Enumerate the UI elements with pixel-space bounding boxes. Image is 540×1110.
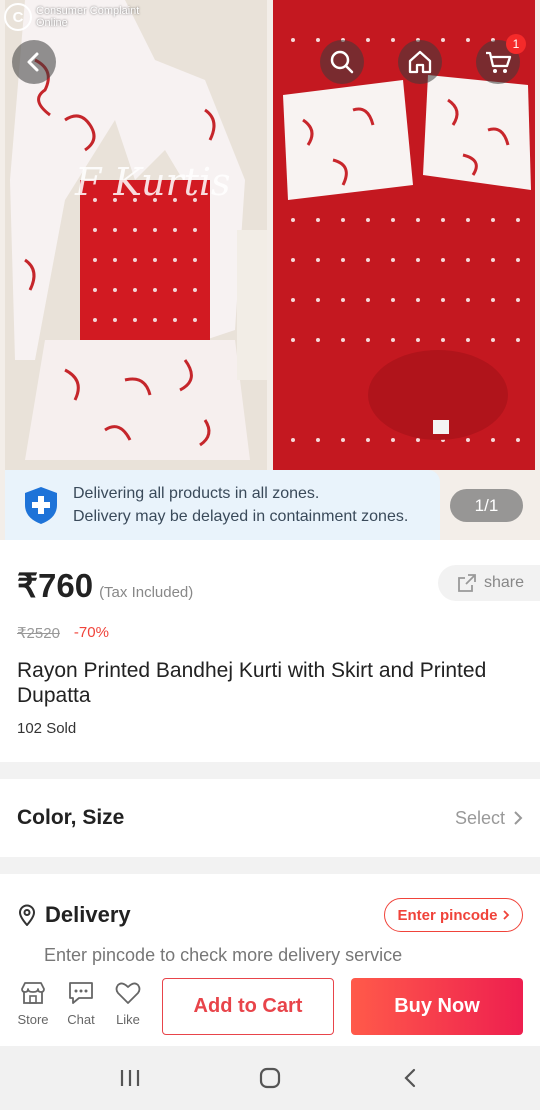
store-label: Store [17,1012,49,1027]
location-pin-icon [18,904,36,926]
home-nav-icon [259,1067,281,1089]
variant-select[interactable]: Select [455,808,523,829]
variant-selector-row[interactable]: Color, Size Select [0,779,540,857]
chat-button[interactable]: Chat [59,980,103,1027]
delivery-notice-banner: Delivering all products in all zones. De… [5,470,440,540]
search-button[interactable] [320,40,364,84]
store-button[interactable]: Store [11,980,55,1027]
home-icon [408,50,432,74]
enter-pincode-label: Enter pincode [397,906,498,924]
notice-text: Delivering all products in all zones. De… [73,482,408,528]
share-label: share [484,574,525,591]
notification-overlay: C Consumer Complaint Online [4,0,139,34]
delivery-hint: Enter pincode to check more delivery ser… [44,945,403,965]
like-button[interactable]: Like [106,980,150,1027]
cart-count-badge: 1 [506,34,526,54]
recent-apps-icon [120,1070,140,1086]
notice-line2: Delivery may be delayed in containment z… [73,508,409,525]
system-navigation-bar [0,1046,540,1110]
chat-label: Chat [67,1012,95,1027]
current-price: ₹760 [17,567,94,604]
bottom-action-bar: Store Chat Like Add to Cart Buy Now [0,968,540,1046]
delivery-section: Delivery Enter pincode Enter pincode to … [0,874,540,974]
recent-apps-button[interactable] [100,1058,160,1098]
share-button[interactable]: share [438,565,540,601]
back-button[interactable] [12,40,56,84]
store-icon [21,982,45,1004]
product-title: Rayon Printed Bandhej Kurti with Skirt a… [17,659,487,707]
notification-line2: Online [36,17,68,29]
back-nav-icon [404,1068,416,1088]
sold-count: 102 Sold [17,720,77,737]
chat-icon [69,982,93,1004]
variant-select-label: Select [454,807,505,828]
original-price: ₹2520 [17,625,60,642]
delivery-title: Delivery [45,902,131,927]
price-row: ₹760 (Tax Included) [17,566,193,605]
cart-icon [486,51,512,73]
discount-row: ₹2520 -70% [17,624,109,642]
like-label: Like [116,1012,140,1027]
back-icon [27,52,39,72]
back-nav-button[interactable] [380,1058,440,1098]
home-button[interactable] [398,40,442,84]
notification-line1: Consumer Complaint [36,5,140,17]
section-divider [0,762,540,779]
chevron-right-icon [502,910,509,920]
share-icon [458,574,476,592]
section-divider [0,857,540,874]
watermark-text: F Kurtis [75,160,231,204]
search-icon [330,50,354,74]
notification-text: Consumer Complaint Online [36,5,139,29]
buy-now-button[interactable]: Buy Now [351,978,523,1035]
discount-percent: -70% [73,624,109,641]
home-nav-button[interactable] [240,1058,300,1098]
variant-label: Color, Size [17,806,125,829]
enter-pincode-button[interactable]: Enter pincode [384,898,523,932]
add-to-cart-button[interactable]: Add to Cart [162,978,334,1035]
consumer-complaint-icon: C [4,3,32,31]
chevron-right-icon [514,811,523,825]
shield-plus-icon [25,487,57,524]
image-pager-indicator: 1/1 [450,489,523,522]
delivery-header: Delivery [17,902,131,928]
product-detail-screen: F Kurtis C Consumer Complaint Online 1 D… [0,0,540,1110]
tax-note: (Tax Included) [99,584,194,601]
heart-icon [115,982,141,1004]
price-section: ₹760 (Tax Included) share ₹2520 -70% Ray… [0,540,540,762]
notice-line1: Delivering all products in all zones. [73,485,320,502]
product-image-gallery[interactable]: F Kurtis C Consumer Complaint Online 1 D… [0,0,540,540]
cart-button[interactable]: 1 [476,34,526,84]
